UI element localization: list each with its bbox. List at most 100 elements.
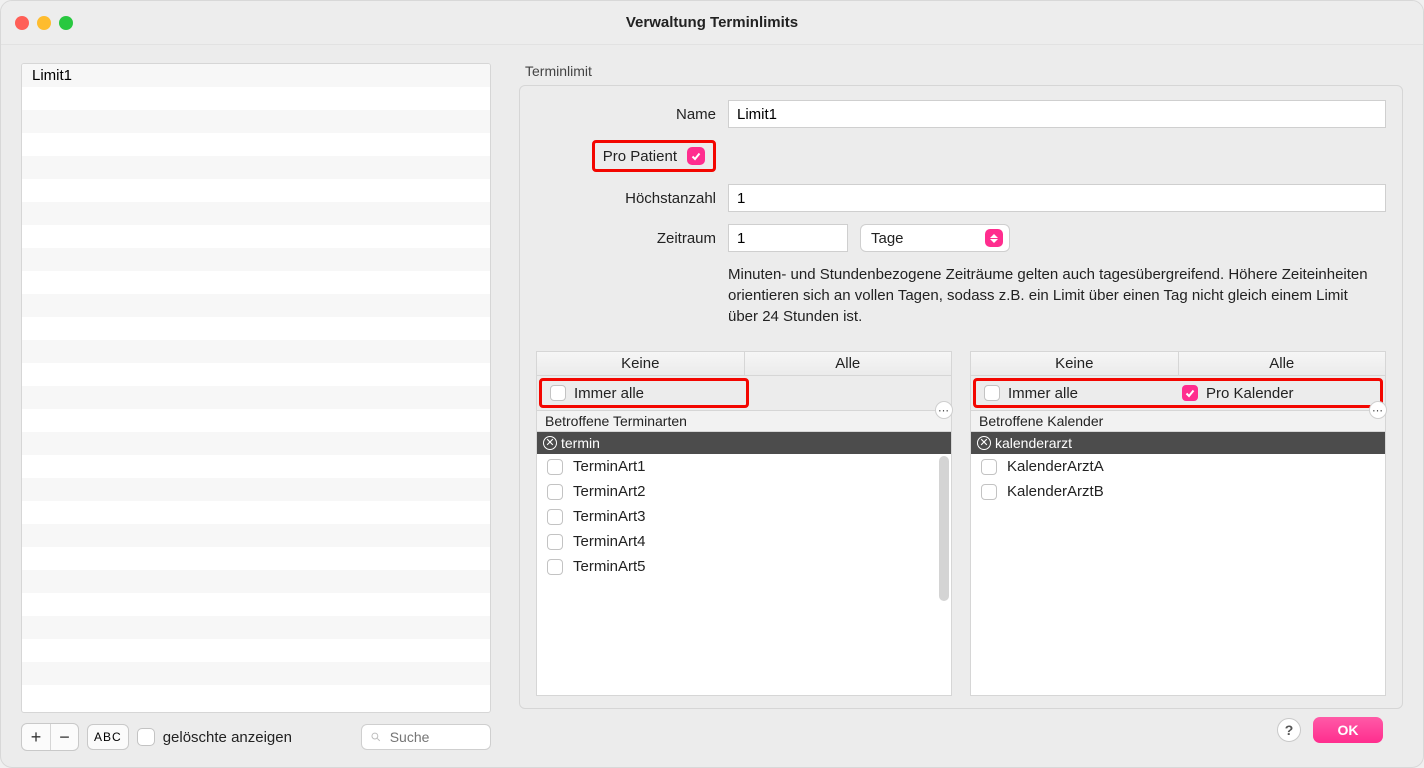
period-unit-value: Tage xyxy=(871,230,904,247)
item-checkbox[interactable] xyxy=(981,459,997,475)
list-item[interactable] xyxy=(22,225,490,248)
list-item[interactable] xyxy=(22,248,490,271)
chevron-updown-icon xyxy=(985,229,1003,247)
titlebar: Verwaltung Terminlimits xyxy=(1,1,1423,45)
item-label: TerminArt2 xyxy=(573,483,646,500)
list-item[interactable] xyxy=(22,409,490,432)
list-item[interactable]: TerminArt4 xyxy=(537,529,951,554)
item-checkbox[interactable] xyxy=(547,559,563,575)
period-hint: Minuten- und Stundenbezogene Zeiträume g… xyxy=(728,264,1368,327)
period-value-field[interactable] xyxy=(728,224,848,252)
show-deleted-checkbox[interactable] xyxy=(137,728,155,746)
list-item[interactable] xyxy=(22,662,490,685)
pro-patient-highlight: Pro Patient xyxy=(592,140,716,172)
list-item[interactable] xyxy=(22,386,490,409)
terminarten-immer-alle-checkbox[interactable] xyxy=(550,385,566,401)
kalender-immer-alle-checkbox[interactable] xyxy=(984,385,1000,401)
item-checkbox[interactable] xyxy=(547,459,563,475)
item-label: TerminArt5 xyxy=(573,558,646,575)
search-icon xyxy=(370,730,382,744)
item-label: TerminArt4 xyxy=(573,533,646,550)
list-item[interactable] xyxy=(22,524,490,547)
kalender-filter-tag: ✕ kalenderarzt xyxy=(971,432,1385,454)
limits-list[interactable]: Limit1 xyxy=(21,63,491,713)
col-keine[interactable]: Keine xyxy=(537,352,745,375)
pro-patient-label: Pro Patient xyxy=(603,148,677,165)
list-item[interactable] xyxy=(22,432,490,455)
kalender-more-icon[interactable]: ⋯ xyxy=(1369,401,1387,419)
list-item[interactable] xyxy=(22,363,490,386)
max-label: Höchstanzahl xyxy=(536,190,716,207)
search-input-wrap[interactable] xyxy=(361,724,491,750)
search-input[interactable] xyxy=(388,728,482,746)
list-item[interactable]: TerminArt2 xyxy=(537,479,951,504)
list-item[interactable] xyxy=(22,639,490,662)
kalender-list[interactable]: KalenderArztAKalenderArztB xyxy=(971,454,1385,695)
col-alle-k[interactable]: Alle xyxy=(1179,352,1386,375)
terminarten-column: Keine Alle Immer alle Betroffene Termina… xyxy=(536,351,952,696)
list-item[interactable] xyxy=(22,570,490,593)
list-item[interactable] xyxy=(22,317,490,340)
period-label: Zeitraum xyxy=(536,230,716,247)
add-button[interactable]: + xyxy=(22,724,50,750)
list-item[interactable] xyxy=(22,478,490,501)
pro-kalender-label: Pro Kalender xyxy=(1206,385,1294,402)
name-label: Name xyxy=(536,106,716,123)
max-field[interactable] xyxy=(728,184,1386,212)
kalender-immer-alle-label: Immer alle xyxy=(1008,385,1078,402)
list-item[interactable]: TerminArt5 xyxy=(537,554,951,579)
list-item[interactable] xyxy=(22,271,490,294)
terminarten-immer-alle-label: Immer alle xyxy=(574,385,644,402)
main: Terminlimit Name Pro Patient Höchstanzah… xyxy=(519,63,1403,751)
kalender-filter-header: Betroffene Kalender ⋯ xyxy=(971,410,1385,432)
terminarten-tag-remove-icon[interactable]: ✕ xyxy=(543,436,557,450)
list-item[interactable] xyxy=(22,133,490,156)
period-row: Tage xyxy=(728,224,1386,252)
list-item[interactable]: KalenderArztA xyxy=(971,454,1385,479)
remove-button[interactable]: − xyxy=(50,724,78,750)
terminarten-tag-text: termin xyxy=(561,435,600,451)
list-item[interactable]: TerminArt3 xyxy=(537,504,951,529)
dialog-footer: ? OK xyxy=(519,709,1403,751)
list-item[interactable] xyxy=(22,87,490,110)
item-checkbox[interactable] xyxy=(981,484,997,500)
list-item[interactable] xyxy=(22,294,490,317)
list-item[interactable] xyxy=(22,156,490,179)
list-item[interactable] xyxy=(22,340,490,363)
pro-kalender-checkbox[interactable] xyxy=(1182,385,1198,401)
item-checkbox[interactable] xyxy=(547,509,563,525)
list-item[interactable] xyxy=(22,501,490,524)
col-keine-k[interactable]: Keine xyxy=(971,352,1179,375)
col-alle[interactable]: Alle xyxy=(745,352,952,375)
item-checkbox[interactable] xyxy=(547,534,563,550)
show-deleted-label: gelöschte anzeigen xyxy=(163,729,292,746)
list-item[interactable] xyxy=(22,179,490,202)
list-item[interactable]: KalenderArztB xyxy=(971,479,1385,504)
kalender-filter-label: Betroffene Kalender xyxy=(979,413,1103,429)
terminarten-more-icon[interactable]: ⋯ xyxy=(935,401,953,419)
period-unit-select[interactable]: Tage xyxy=(860,224,1010,252)
immer-alle-terminarten-highlight: Immer alle xyxy=(539,378,749,408)
list-item[interactable] xyxy=(22,547,490,570)
list-item[interactable] xyxy=(22,110,490,133)
ok-button[interactable]: OK xyxy=(1313,717,1383,743)
list-item[interactable] xyxy=(22,202,490,225)
sidebar: Limit1 + − ABC gelöschte anzeigen xyxy=(21,63,491,751)
section-label: Terminlimit xyxy=(525,63,1403,79)
list-item[interactable] xyxy=(22,593,490,616)
terminarten-list[interactable]: TerminArt1 TerminArt2 TerminArt3 TerminArt4… xyxy=(537,454,951,695)
abc-sort-button[interactable]: ABC xyxy=(87,724,129,750)
list-item[interactable]: TerminArt1 xyxy=(537,454,951,479)
form: Name Pro Patient Höchstanzahl Zeitraum xyxy=(536,100,1386,327)
kalender-tag-remove-icon[interactable]: ✕ xyxy=(977,436,991,450)
help-button[interactable]: ? xyxy=(1277,718,1301,742)
name-field[interactable] xyxy=(728,100,1386,128)
list-item[interactable] xyxy=(22,616,490,639)
list-item[interactable] xyxy=(22,455,490,478)
item-checkbox[interactable] xyxy=(547,484,563,500)
list-item[interactable]: Limit1 xyxy=(22,64,490,87)
scrollbar[interactable] xyxy=(939,456,949,601)
sidebar-footer: + − ABC gelöschte anzeigen xyxy=(21,713,491,751)
kalender-column: Keine Alle Immer alle xyxy=(970,351,1386,696)
pro-patient-checkbox[interactable] xyxy=(687,147,705,165)
